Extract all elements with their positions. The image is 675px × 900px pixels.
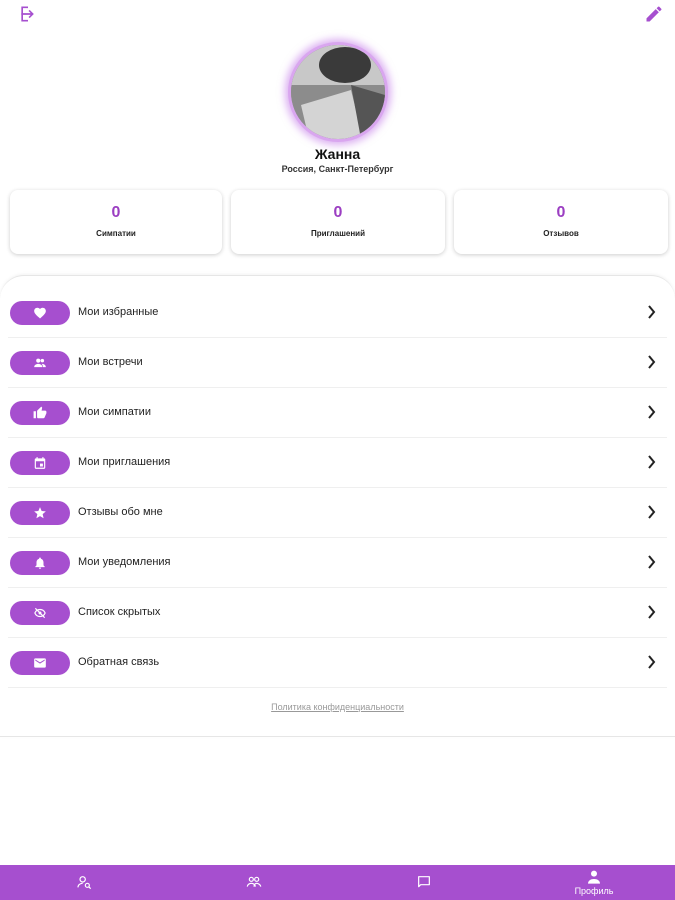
stat-value: 0	[333, 204, 343, 221]
nav-search-people[interactable]	[0, 865, 168, 900]
nav-chat[interactable]	[340, 865, 508, 900]
menu-item-label: Обратная связь	[78, 656, 160, 668]
profile-location: Россия, Санкт-Петербург	[281, 164, 394, 174]
menu-item-meetings[interactable]: Мои встречи	[0, 338, 675, 388]
stat-label: Приглашений	[310, 229, 365, 238]
chevron-right-icon	[647, 655, 657, 669]
menu-item-label: Отзывы обо мне	[78, 506, 163, 518]
profile-icon	[586, 869, 602, 885]
bottom-nav: Профиль	[0, 865, 675, 900]
logout-icon[interactable]	[18, 4, 38, 24]
stat-value: 0	[556, 204, 566, 221]
nav-groups[interactable]	[170, 865, 338, 900]
chevron-right-icon	[647, 555, 657, 569]
menu-item-label: Мои встречи	[78, 356, 143, 368]
nav-label: Профиль	[574, 886, 614, 896]
stat-card-invitations[interactable]: 0 Приглашений	[231, 190, 445, 254]
heart-icon	[10, 301, 70, 325]
divider	[8, 687, 667, 688]
chevron-right-icon	[647, 455, 657, 469]
menu-item-label: Мои уведомления	[78, 556, 171, 568]
menu-item-label: Список скрытых	[78, 606, 161, 618]
pencil-edit-icon[interactable]	[644, 4, 664, 24]
privacy-policy-link[interactable]: Политика конфиденциальности	[0, 702, 675, 712]
chevron-right-icon	[647, 405, 657, 419]
menu-item-feedback[interactable]: Обратная связь	[0, 638, 675, 688]
menu-item-label: Мои избранные	[78, 306, 159, 318]
nav-profile[interactable]: Профиль	[510, 865, 675, 900]
eye-off-icon	[10, 601, 70, 625]
menu-panel: Мои избранные Мои встречи Мои симпатии М…	[0, 275, 675, 737]
stat-value: 0	[111, 204, 121, 221]
profile-name: Жанна	[314, 146, 361, 162]
stat-card-likes[interactable]: 0 Симпатии	[10, 190, 222, 254]
menu-item-favorites[interactable]: Мои избранные	[0, 288, 675, 338]
avatar-photo	[291, 45, 385, 139]
chevron-right-icon	[647, 505, 657, 519]
avatar[interactable]	[288, 42, 388, 142]
person-search-icon	[76, 874, 92, 890]
group-icon	[246, 874, 262, 890]
top-bar	[0, 0, 675, 28]
mail-icon	[10, 651, 70, 675]
bell-icon	[10, 551, 70, 575]
chevron-right-icon	[647, 355, 657, 369]
chat-icon	[416, 874, 432, 890]
thumb-up-icon	[10, 401, 70, 425]
menu-item-invitations[interactable]: Мои приглашения	[0, 438, 675, 488]
stat-label: Отзывов	[543, 229, 579, 238]
menu-item-label: Мои приглашения	[78, 456, 171, 468]
menu-item-likes[interactable]: Мои симпатии	[0, 388, 675, 438]
chevron-right-icon	[647, 305, 657, 319]
people-icon	[10, 351, 70, 375]
calendar-icon	[10, 451, 70, 475]
menu-item-label: Мои симпатии	[78, 406, 151, 418]
chevron-right-icon	[647, 605, 657, 619]
menu-item-notifications[interactable]: Мои уведомления	[0, 538, 675, 588]
menu-item-reviews[interactable]: Отзывы обо мне	[0, 488, 675, 538]
star-icon	[10, 501, 70, 525]
menu-item-hidden-list[interactable]: Список скрытых	[0, 588, 675, 638]
stat-label: Симпатии	[96, 229, 136, 238]
stat-card-reviews[interactable]: 0 Отзывов	[454, 190, 668, 254]
